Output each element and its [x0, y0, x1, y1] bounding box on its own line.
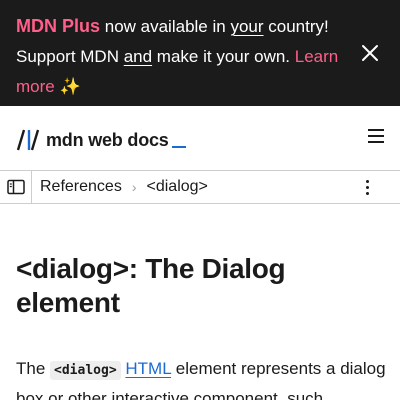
close-icon: [362, 45, 378, 61]
banner-text-part: country!: [263, 17, 329, 36]
mdn-logo-icon: [16, 129, 40, 151]
site-header: mdn web docs: [0, 106, 400, 171]
menu-button[interactable]: [368, 129, 384, 143]
banner-text-part: make it your own.: [152, 47, 295, 66]
breadcrumb-separator: ›: [131, 179, 137, 195]
logo-text: mdn web docs: [46, 129, 169, 150]
banner-text: MDN Plus now available in your country! S…: [16, 11, 361, 102]
html-link[interactable]: HTML: [125, 359, 171, 378]
logo-underscore: [171, 146, 186, 148]
breadcrumb-item-dialog[interactable]: <dialog>: [147, 178, 208, 196]
and-link[interactable]: and: [124, 47, 152, 66]
more-options-icon: [366, 180, 369, 183]
page-title: <dialog>: The Dialog element: [16, 253, 286, 318]
mdn-logo[interactable]: mdn web docs: [16, 128, 186, 152]
hamburger-menu-icon: [368, 129, 384, 131]
breadcrumb: References › <dialog>: [40, 171, 208, 203]
sidebar-toggle-icon: [6, 179, 25, 195]
close-banner-button[interactable]: [360, 43, 380, 63]
dialog-code: <dialog>: [50, 361, 121, 380]
intro-paragraph: The <dialog> HTML element represents a d…: [16, 355, 396, 400]
mdn-plus-banner: MDN Plus now available in your country! S…: [0, 0, 400, 106]
your-link[interactable]: your: [230, 17, 263, 36]
breadcrumb-bar: References › <dialog>: [0, 171, 400, 204]
mdn-plus-link[interactable]: MDN Plus: [16, 16, 100, 36]
paragraph-text: The: [16, 359, 51, 378]
breadcrumb-item-references[interactable]: References: [40, 178, 122, 196]
banner-text-part: Support MDN: [16, 47, 124, 66]
banner-text-part: now available in: [100, 17, 231, 36]
sidebar-toggle-button[interactable]: [0, 171, 32, 203]
more-options-button[interactable]: [366, 180, 370, 196]
